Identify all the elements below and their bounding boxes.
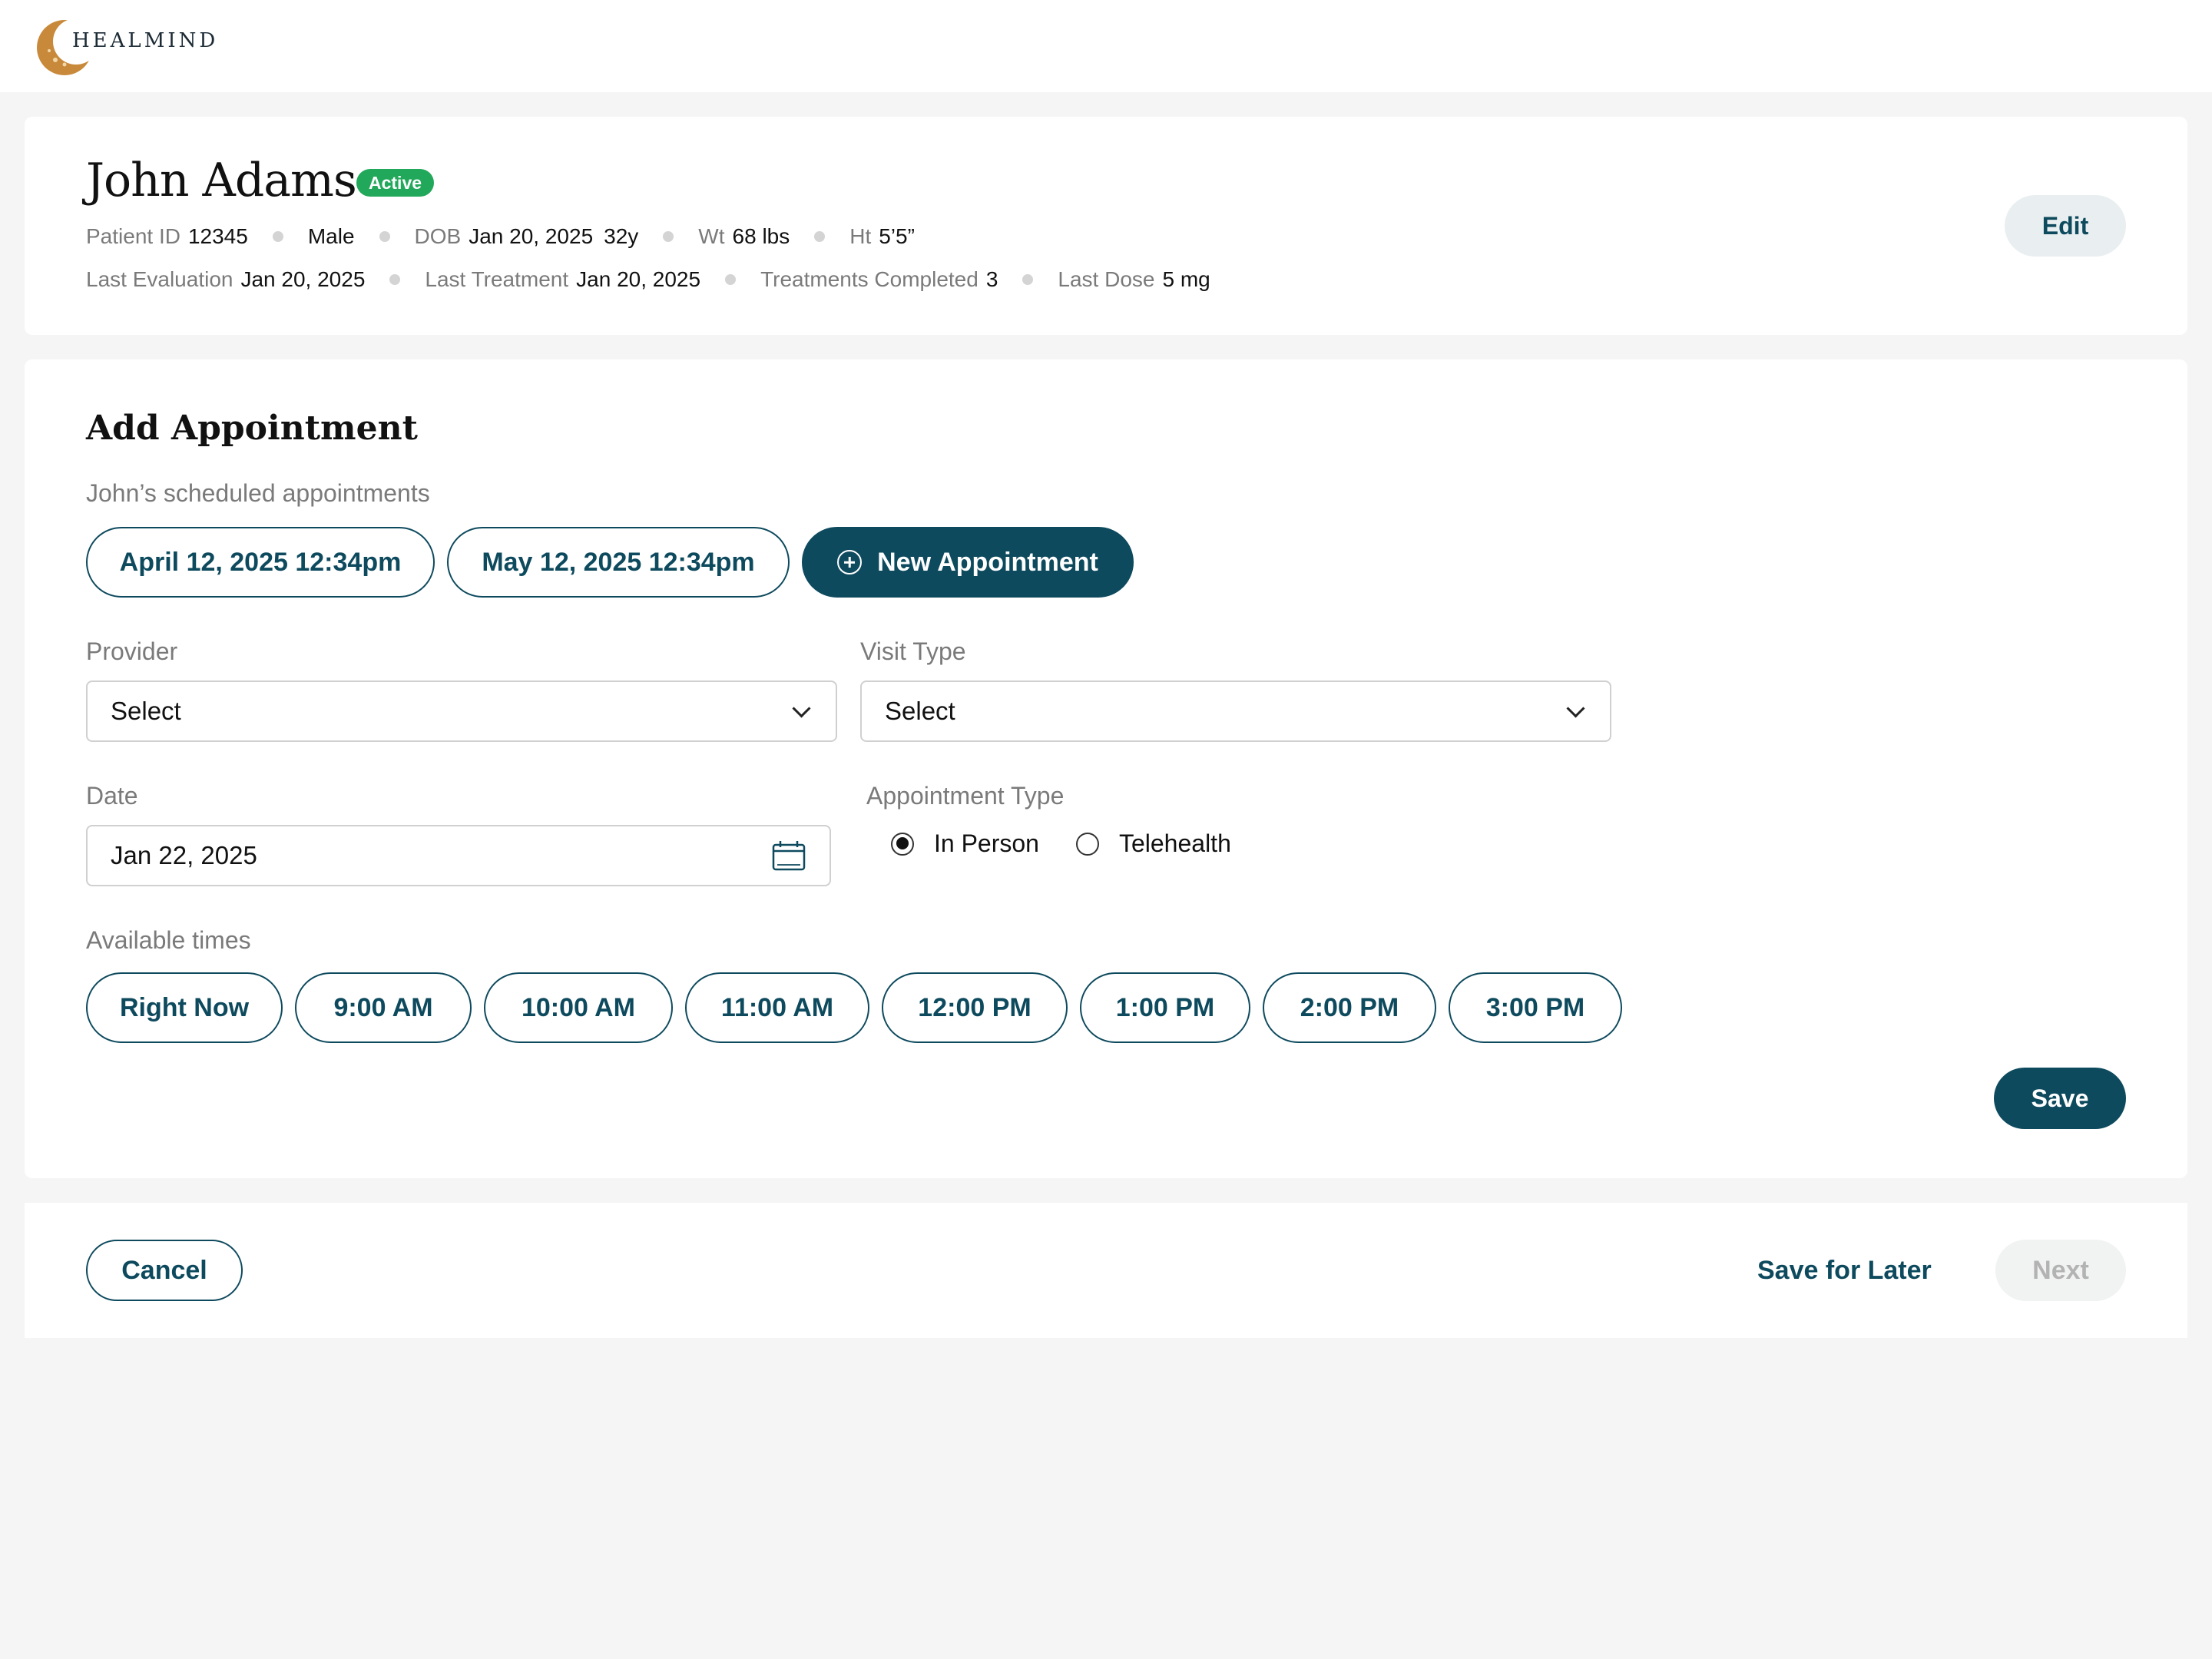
patient-age: 32y <box>604 224 639 248</box>
provider-select[interactable]: Select <box>86 680 837 742</box>
visit-type-select-value: Select <box>885 697 955 725</box>
time-slot-2pm[interactable]: 2:00 PM <box>1263 972 1436 1043</box>
visit-type-label: Visit Type <box>860 637 966 665</box>
date-label: Date <box>86 782 138 810</box>
height-label: Ht <box>849 224 872 248</box>
radio-in-person[interactable] <box>891 832 914 856</box>
edit-patient-button[interactable]: Edit <box>2005 195 2126 257</box>
patient-meta-row-1: Patient ID 12345 Male DOB Jan 20, 2025 3… <box>86 224 915 249</box>
top-bar: HEALMIND <box>0 0 2212 92</box>
separator-dot <box>725 274 737 285</box>
separator-dot <box>379 231 390 242</box>
dob-label: DOB <box>414 224 462 248</box>
footer-actions: Cancel Save for Later Next <box>25 1203 2187 1338</box>
status-badge: Active <box>356 169 435 197</box>
chevron-down-icon <box>792 698 811 718</box>
separator-dot <box>272 231 283 242</box>
treatments-completed-label: Treatments Completed <box>760 267 979 291</box>
brand-name: HEALMIND <box>72 29 219 52</box>
last-dose-value: 5 mg <box>1162 267 1210 291</box>
last-dose-label: Last Dose <box>1058 267 1155 291</box>
appointment-type-label: Appointment Type <box>866 782 1065 810</box>
time-slot-12pm[interactable]: 12:00 PM <box>882 972 1068 1043</box>
separator-dot <box>389 274 401 285</box>
new-appointment-label: New Appointment <box>877 547 1098 577</box>
patient-id-label: Patient ID <box>86 224 180 248</box>
radio-telehealth[interactable] <box>1075 832 1099 856</box>
patient-name: John Adams <box>86 154 357 207</box>
last-treatment-value: Jan 20, 2025 <box>576 267 701 291</box>
patient-id-value: 12345 <box>187 224 248 248</box>
chevron-down-icon <box>1566 698 1585 718</box>
last-evaluation-value: Jan 20, 2025 <box>240 267 366 291</box>
time-slot-10am[interactable]: 10:00 AM <box>484 972 673 1043</box>
appointment-type-radio-group: In Person Telehealth <box>891 830 1268 858</box>
calendar-icon[interactable] <box>771 839 806 872</box>
save-appointment-button[interactable]: Save <box>1994 1068 2126 1129</box>
time-slot-11am[interactable]: 11:00 AM <box>685 972 869 1043</box>
date-input-value: Jan 22, 2025 <box>111 841 257 869</box>
radio-in-person-label[interactable]: In Person <box>934 830 1039 858</box>
separator-dot <box>663 231 674 242</box>
patient-gender: Male <box>307 224 355 248</box>
time-slot-1pm[interactable]: 1:00 PM <box>1080 972 1250 1043</box>
provider-select-value: Select <box>111 697 181 725</box>
height-value: 5’5” <box>879 224 915 248</box>
add-appointment-card: Add Appointment John’s scheduled appoint… <box>25 359 2187 1178</box>
last-evaluation-label: Last Evaluation <box>86 267 233 291</box>
section-title: Add Appointment <box>86 409 418 448</box>
visit-type-select[interactable]: Select <box>860 680 1611 742</box>
patient-summary-card: John Adams Active Patient ID 12345 Male … <box>25 117 2187 335</box>
last-treatment-label: Last Treatment <box>425 267 569 291</box>
time-slot-right-now[interactable]: Right Now <box>86 972 283 1043</box>
available-times-label: Available times <box>86 926 251 954</box>
next-button[interactable]: Next <box>1995 1240 2126 1301</box>
new-appointment-button[interactable]: New Appointment <box>802 527 1134 598</box>
cancel-button[interactable]: Cancel <box>86 1240 243 1301</box>
separator-dot <box>1022 274 1034 285</box>
weight-value: 68 lbs <box>732 224 790 248</box>
plus-circle-icon <box>837 550 863 575</box>
date-input[interactable]: Jan 22, 2025 <box>86 825 831 886</box>
patient-meta-row-2: Last Evaluation Jan 20, 2025 Last Treatm… <box>86 267 1210 292</box>
treatments-completed-value: 3 <box>985 267 998 291</box>
scheduled-appointment-1[interactable]: April 12, 2025 12:34pm <box>86 527 435 598</box>
scheduled-appointments-label: John’s scheduled appointments <box>86 479 430 507</box>
time-slot-3pm[interactable]: 3:00 PM <box>1449 972 1622 1043</box>
time-slot-9am[interactable]: 9:00 AM <box>295 972 472 1043</box>
save-for-later-button[interactable]: Save for Later <box>1757 1240 1932 1301</box>
scheduled-appointment-2[interactable]: May 12, 2025 12:34pm <box>447 527 790 598</box>
dob-value: Jan 20, 2025 <box>469 224 594 248</box>
provider-label: Provider <box>86 637 178 665</box>
separator-dot <box>814 231 826 242</box>
radio-telehealth-label[interactable]: Telehealth <box>1119 830 1231 858</box>
weight-label: Wt <box>698 224 725 248</box>
